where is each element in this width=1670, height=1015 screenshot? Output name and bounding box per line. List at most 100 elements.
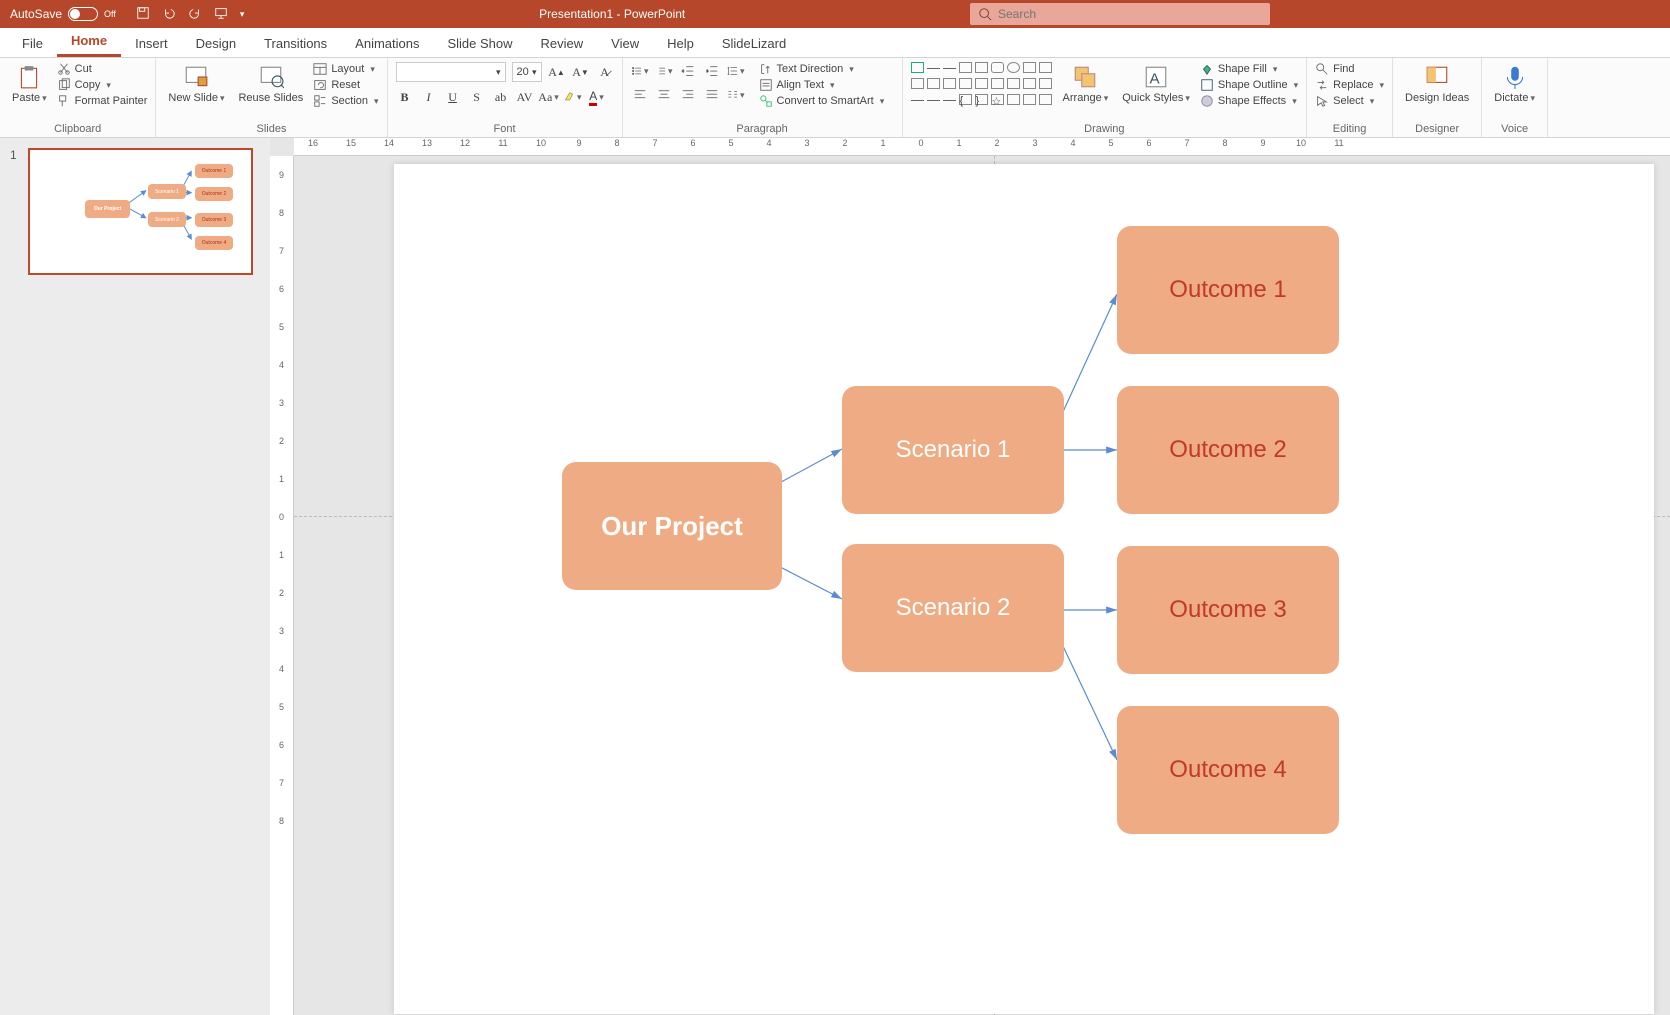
highlight-icon[interactable] (564, 88, 582, 106)
group-label-designer: Designer (1401, 121, 1473, 135)
numbering-icon[interactable] (655, 62, 673, 80)
redo-icon[interactable] (188, 6, 202, 23)
decrease-font-icon[interactable]: A▼ (572, 63, 590, 81)
window-title: Presentation1 - PowerPoint (254, 7, 970, 21)
quick-access-toolbar: ▾ (126, 6, 255, 23)
search-bar[interactable] (970, 3, 1270, 25)
diagram-outcome-3[interactable]: Outcome 3 (1117, 546, 1339, 674)
group-label-drawing: Drawing (911, 121, 1299, 135)
reuse-slides-button[interactable]: Reuse Slides (234, 62, 307, 106)
align-text-button[interactable]: Align Text (759, 78, 885, 92)
justify-icon[interactable] (703, 86, 721, 104)
autosave-state: Off (104, 9, 116, 19)
align-right-icon[interactable] (679, 86, 697, 104)
italic-icon[interactable]: I (420, 88, 438, 106)
clear-formatting-icon[interactable]: A̷ (596, 63, 614, 81)
save-icon[interactable] (136, 6, 150, 23)
diagram-scenario-2[interactable]: Scenario 2 (842, 544, 1064, 672)
layout-button[interactable]: Layout (313, 62, 378, 76)
autosave-label: AutoSave (10, 7, 62, 21)
underline-icon[interactable]: U (444, 88, 462, 106)
format-painter-button[interactable]: Format Painter (57, 94, 148, 108)
change-case-icon[interactable]: Aa (540, 88, 558, 106)
diagram-outcome-1[interactable]: Outcome 1 (1117, 226, 1339, 354)
align-left-icon[interactable] (631, 86, 649, 104)
group-label-voice: Voice (1490, 121, 1539, 135)
character-spacing-icon[interactable]: AV (516, 88, 534, 106)
align-center-icon[interactable] (655, 86, 673, 104)
diagram-scenario-1[interactable]: Scenario 1 (842, 386, 1064, 514)
shape-effects-button[interactable]: Shape Effects (1200, 94, 1298, 108)
diagram-outcome-2[interactable]: Outcome 2 (1117, 386, 1339, 514)
group-editing: Find Replace Select Editing (1307, 58, 1393, 137)
slide[interactable]: Our Project Scenario 1 Scenario 2 Outcom… (394, 164, 1654, 1014)
group-voice: Dictate Voice (1482, 58, 1548, 137)
arrange-button[interactable]: Arrange (1059, 62, 1113, 106)
shape-fill-button[interactable]: Shape Fill (1200, 62, 1298, 76)
group-paragraph: Text Direction Align Text Convert to Sma… (623, 58, 903, 137)
qat-dropdown-icon[interactable]: ▾ (240, 9, 245, 20)
search-input[interactable] (998, 7, 1262, 21)
new-slide-label: New Slide (168, 92, 224, 104)
bold-icon[interactable]: B (396, 88, 414, 106)
design-ideas-button[interactable]: Design Ideas (1401, 62, 1473, 106)
slide-editor: 1615141312111098765432101234567891011 98… (270, 138, 1670, 1015)
section-button[interactable]: Section (313, 94, 378, 108)
diagram-outcome-4[interactable]: Outcome 4 (1117, 706, 1339, 834)
diagram-root[interactable]: Our Project (562, 462, 782, 590)
shapes-gallery[interactable]: {}☆ (911, 62, 1053, 108)
undo-icon[interactable] (162, 6, 176, 23)
autosave-toggle[interactable]: AutoSave Off (0, 7, 126, 21)
columns-icon[interactable] (727, 86, 745, 104)
tab-file[interactable]: File (8, 30, 57, 57)
select-button[interactable]: Select (1315, 94, 1384, 108)
font-color-icon[interactable]: A (588, 88, 606, 106)
paste-label: Paste (12, 92, 47, 104)
text-direction-button[interactable]: Text Direction (759, 62, 885, 76)
bullets-icon[interactable] (631, 62, 649, 80)
slide-thumbnail-panel[interactable]: 1 Our Project Scenario 1 Scenario 2 Outc… (0, 138, 270, 1015)
replace-button[interactable]: Replace (1315, 78, 1384, 92)
find-button[interactable]: Find (1315, 62, 1384, 76)
content-area: 1 Our Project Scenario 1 Scenario 2 Outc… (0, 138, 1670, 1015)
tab-view[interactable]: View (597, 30, 653, 57)
font-name-combo[interactable]: ▾ (396, 62, 506, 82)
new-slide-button[interactable]: New Slide (164, 62, 228, 106)
convert-smartart-button[interactable]: Convert to SmartArt (759, 94, 885, 108)
slide-thumbnail-1[interactable]: Our Project Scenario 1 Scenario 2 Outcom… (28, 148, 253, 275)
title-bar: AutoSave Off ▾ Presentation1 - PowerPoin… (0, 0, 1670, 28)
increase-indent-icon[interactable] (703, 62, 721, 80)
tab-slideshow[interactable]: Slide Show (433, 30, 526, 57)
toggle-switch[interactable] (68, 7, 98, 21)
tab-help[interactable]: Help (653, 30, 708, 57)
group-label-clipboard: Clipboard (8, 121, 147, 135)
tab-insert[interactable]: Insert (121, 30, 182, 57)
tab-transitions[interactable]: Transitions (250, 30, 341, 57)
thumbnail-number: 1 (10, 148, 22, 275)
line-spacing-icon[interactable] (727, 62, 745, 80)
reuse-slides-label: Reuse Slides (238, 92, 303, 104)
horizontal-ruler[interactable]: 1615141312111098765432101234567891011 (294, 138, 1670, 156)
increase-font-icon[interactable]: A▲ (548, 63, 566, 81)
tab-design[interactable]: Design (182, 30, 250, 57)
slide-canvas[interactable]: Our Project Scenario 1 Scenario 2 Outcom… (294, 156, 1670, 1015)
reset-button[interactable]: Reset (313, 78, 378, 92)
tab-slidelizard[interactable]: SlideLizard (708, 30, 800, 57)
font-size-combo[interactable]: 20▾ (512, 62, 542, 82)
tab-animations[interactable]: Animations (341, 30, 433, 57)
present-icon[interactable] (214, 6, 228, 23)
paste-button[interactable]: Paste (8, 62, 51, 106)
copy-button[interactable]: Copy (57, 78, 148, 92)
cut-button[interactable]: Cut (57, 62, 148, 76)
tab-review[interactable]: Review (527, 30, 598, 57)
text-shadow-icon[interactable]: ab (492, 88, 510, 106)
quick-styles-button[interactable]: AQuick Styles (1118, 62, 1194, 106)
dictate-button[interactable]: Dictate (1490, 62, 1539, 106)
shape-outline-button[interactable]: Shape Outline (1200, 78, 1298, 92)
group-clipboard: Paste Cut Copy Format Painter Clipboard (0, 58, 156, 137)
ribbon: Paste Cut Copy Format Painter Clipboard … (0, 58, 1670, 138)
strikethrough-icon[interactable]: S (468, 88, 486, 106)
tab-home[interactable]: Home (57, 27, 121, 57)
decrease-indent-icon[interactable] (679, 62, 697, 80)
vertical-ruler[interactable]: 987654321012345678 (270, 156, 294, 1015)
